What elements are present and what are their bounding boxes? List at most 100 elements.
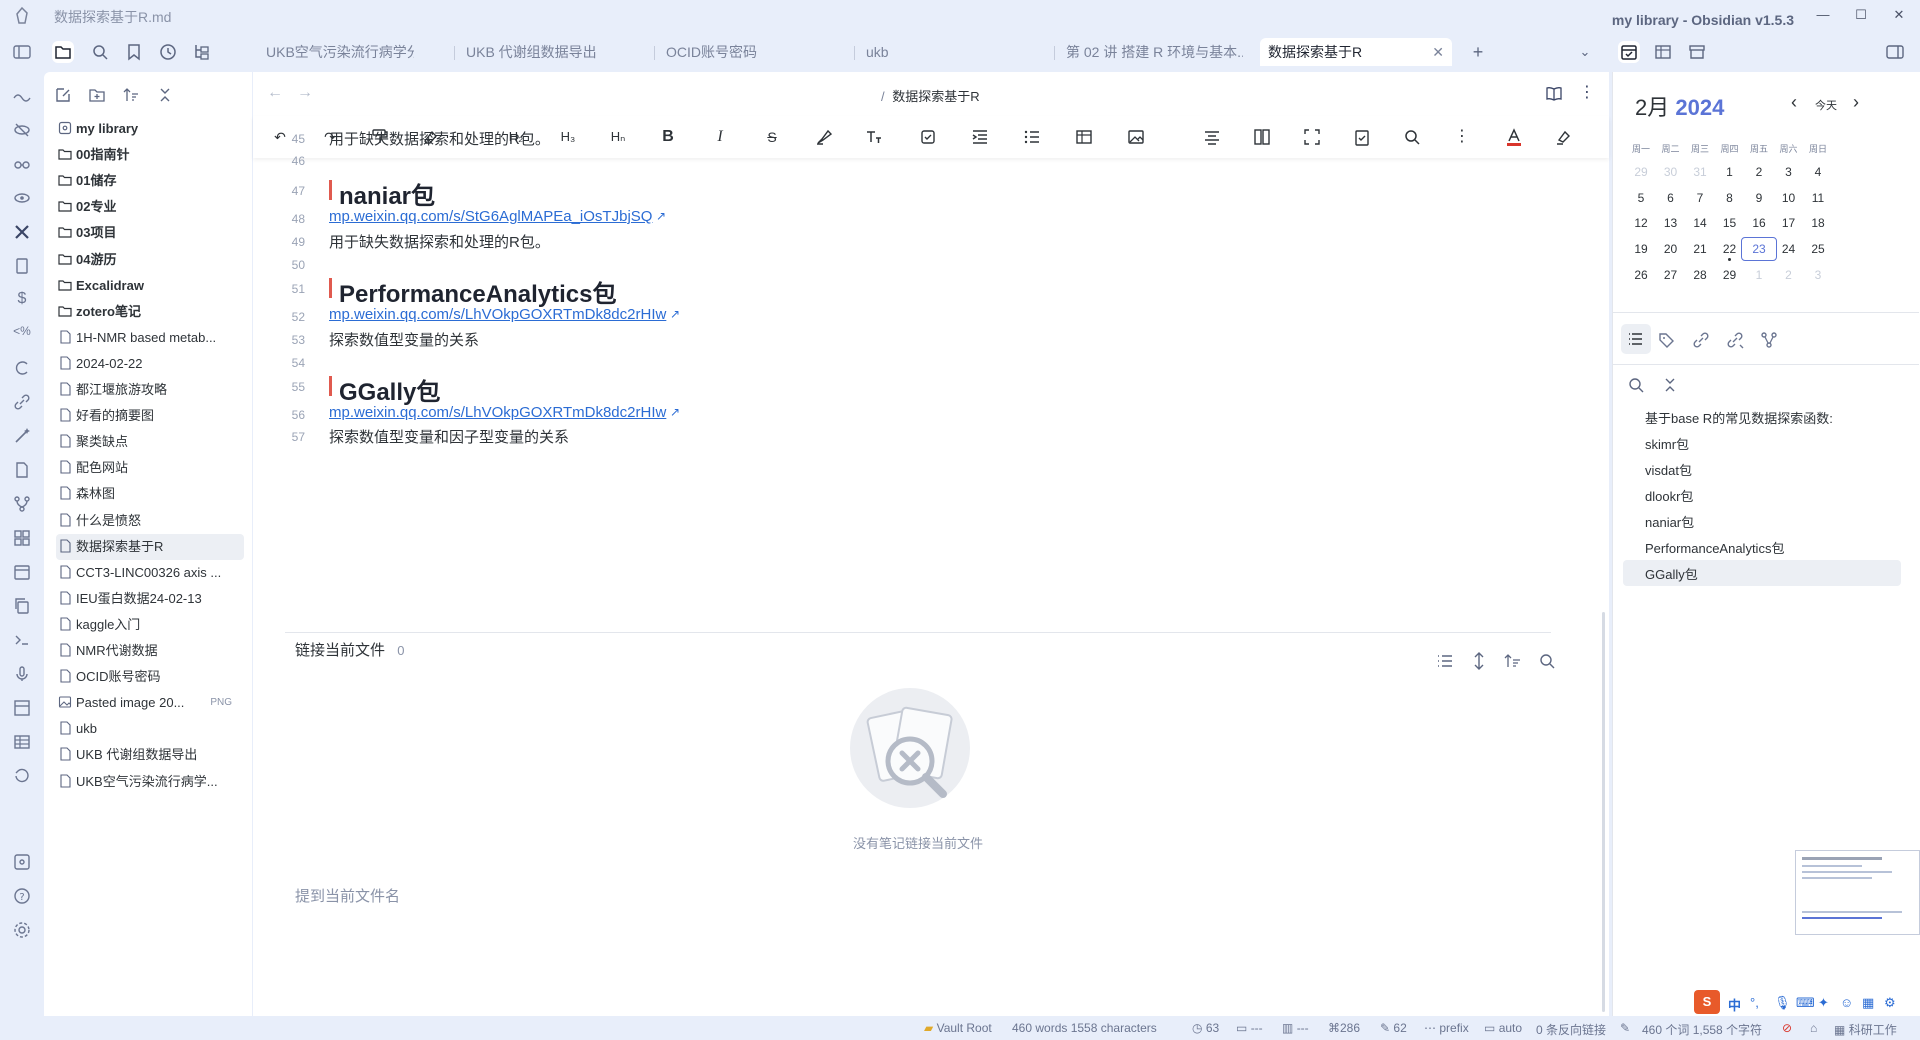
history-icon[interactable] [12, 766, 32, 786]
checkbox-icon[interactable] [917, 126, 939, 148]
files-tab-icon[interactable] [52, 41, 74, 63]
vault-root-indicator[interactable]: ▰ Vault Root [924, 1021, 992, 1035]
search-backlinks-icon[interactable] [1537, 651, 1557, 671]
file-item[interactable]: 配色网站 [58, 455, 244, 481]
prev-month-icon[interactable]: ‹ [1791, 92, 1797, 113]
dashboard-icon[interactable] [12, 528, 32, 548]
microphone-icon[interactable] [12, 664, 32, 684]
insert-image-icon[interactable] [1125, 126, 1147, 148]
prefix-indicator[interactable]: ⋯ prefix [1424, 1021, 1469, 1035]
ime-voice-icon[interactable]: 🎙 [1774, 995, 1791, 1011]
sort-order-icon[interactable] [1503, 651, 1523, 671]
external-link[interactable]: mp.weixin.qq.com/s/StG6AglMAPEa_iOsTJbjS… [329, 208, 652, 225]
outline-item[interactable]: PerformanceAnalytics包 [1645, 538, 1784, 557]
file-item[interactable]: Pasted image 20... PNG [58, 690, 244, 716]
external-link[interactable]: mp.weixin.qq.com/s/LhVOkpGOXRTmDk8dc2rHI… [329, 404, 666, 421]
file-item[interactable]: NMR代谢数据 [58, 638, 244, 664]
tab-ocid[interactable]: OCID账号密码 [658, 38, 808, 66]
text-format-icon[interactable] [863, 126, 885, 148]
close-tab-icon[interactable]: ✕ [1432, 38, 1444, 66]
file-item[interactable]: 好看的摘要图 [58, 403, 244, 429]
terminal-icon[interactable] [12, 630, 32, 650]
copy-icon[interactable] [12, 596, 32, 616]
folder-item[interactable]: 02专业 [58, 194, 244, 220]
ime-toolbox-icon[interactable]: ▦ [1862, 995, 1874, 1011]
breadcrumb-title[interactable]: 数据探索基于R [892, 89, 979, 104]
sync-off-icon[interactable]: ⊘ [1782, 1021, 1792, 1035]
refresh-arc-icon[interactable] [12, 358, 32, 378]
today-button[interactable]: 今天 [1815, 97, 1837, 113]
folder-item[interactable]: zotero笔记 [58, 299, 244, 325]
outgoing-links-tab-icon[interactable] [1725, 330, 1745, 350]
expand-vertical-icon[interactable] [1469, 651, 1489, 671]
file-item[interactable]: 数据探索基于R [56, 533, 244, 560]
insert-table-icon[interactable] [1073, 126, 1095, 148]
sort-icon[interactable] [122, 86, 140, 104]
outline-collapse-icon[interactable] [1661, 376, 1679, 394]
calendar-day[interactable]: 18 [1800, 213, 1836, 233]
ime-keyboard-icon[interactable]: ⌨ [1796, 995, 1815, 1011]
file-item[interactable]: CCT3-LINC00326 axis ... [58, 560, 244, 586]
new-tab-button[interactable]: + [1467, 41, 1489, 63]
status-item-4[interactable]: ⌘286 [1328, 1021, 1360, 1035]
file-item[interactable]: OCID账号密码 [58, 664, 244, 690]
backlink-count[interactable]: 0 条反向链接 [1536, 1021, 1606, 1038]
list-view-icon[interactable] [1435, 651, 1455, 671]
layout-icon[interactable] [12, 698, 32, 718]
background-color-icon[interactable] [1553, 126, 1575, 148]
settings-gear-icon[interactable] [12, 920, 32, 940]
font-color-icon[interactable] [1503, 126, 1525, 148]
ime-language-toggle[interactable]: 中 [1728, 995, 1741, 1014]
indent-icon[interactable] [969, 126, 991, 148]
tab-list-chevron-icon[interactable]: ⌄ [1574, 41, 1596, 63]
paragraph-text[interactable]: 探索数值型变量和因子型变量的关系 [329, 426, 569, 447]
toggle-left-sidebar-icon[interactable] [12, 42, 32, 62]
columns-icon[interactable] [1251, 126, 1273, 148]
outline-tab-icon[interactable] [1621, 324, 1651, 354]
maximize-button[interactable]: ☐ [1846, 4, 1876, 26]
folder-item[interactable]: 00指南针 [58, 142, 244, 168]
file-item[interactable]: 什么是愤怒 [58, 508, 244, 534]
open-vault-icon[interactable] [12, 852, 32, 872]
folder-item[interactable]: 03项目 [58, 220, 244, 246]
tab-lesson-02[interactable]: 第 02 讲 搭建 R 环境与基本... [1058, 38, 1243, 66]
tools-icon[interactable] [12, 222, 32, 242]
unlinked-mentions-title[interactable]: 提到当前文件名 [295, 885, 400, 906]
outline-item[interactable]: skimr包 [1645, 434, 1689, 453]
glasses-icon[interactable] [12, 154, 32, 174]
calendar-tab-icon[interactable] [1618, 41, 1640, 63]
archive-tab-icon[interactable] [1686, 41, 1708, 63]
file-item[interactable]: 聚类缺点 [58, 429, 244, 455]
file-item[interactable]: 2024-02-22 [58, 351, 244, 377]
fullscreen-icon[interactable] [1301, 126, 1323, 148]
paragraph-text[interactable]: 探索数值型变量的关系 [329, 329, 479, 350]
collapse-all-icon[interactable] [156, 86, 174, 104]
calendar-day[interactable]: 25 [1800, 239, 1836, 259]
tags-tab-icon[interactable] [1657, 330, 1677, 350]
strikethrough-button[interactable]: S [761, 126, 783, 148]
auto-indicator[interactable]: ▭ auto [1484, 1021, 1522, 1035]
file-item[interactable]: UKB空气污染流行病学... [58, 769, 244, 795]
folder-item[interactable]: Excalidraw [58, 273, 244, 299]
outline-search-icon[interactable] [1627, 376, 1645, 394]
wave-icon[interactable] [12, 86, 32, 106]
file-item[interactable]: 1H-NMR based metab... [58, 325, 244, 351]
reading-view-icon[interactable] [1545, 84, 1563, 102]
next-month-icon[interactable]: › [1853, 92, 1859, 113]
code-percent-icon[interactable]: <% [12, 324, 32, 344]
status-item-3[interactable]: ▥ --- [1282, 1021, 1309, 1035]
heading-text[interactable]: GGally包 [329, 372, 440, 407]
tab-data-explore[interactable]: 数据探索基于R ✕ [1260, 38, 1452, 66]
paragraph-text[interactable]: 用于缺失数据探索和处理的R包。 [329, 231, 550, 252]
heading-text[interactable]: PerformanceAnalytics包 [329, 274, 616, 309]
dollar-icon[interactable]: $ [12, 290, 32, 310]
tab-ukb[interactable]: ukb [858, 38, 1008, 66]
search-tab-icon[interactable] [89, 41, 111, 63]
ime-skin-icon[interactable]: ✦ [1818, 995, 1829, 1011]
outline-item[interactable]: naniar包 [1645, 512, 1694, 531]
tab-ukb-air[interactable]: UKB空气污染流行病学分析结... [258, 38, 414, 66]
find-icon[interactable] [1401, 126, 1423, 148]
minimize-button[interactable]: — [1808, 4, 1838, 26]
new-folder-icon[interactable] [88, 86, 106, 104]
file-item[interactable]: 森林图 [58, 481, 244, 507]
